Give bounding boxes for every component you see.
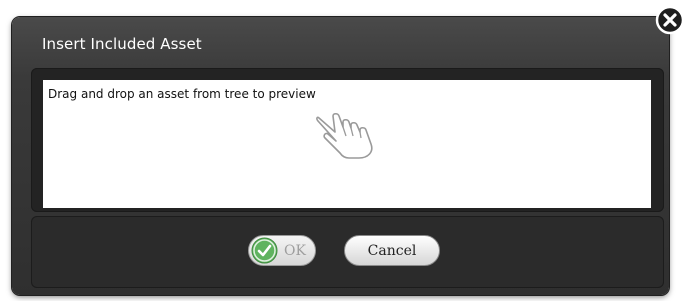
ok-button[interactable]: OK: [248, 235, 316, 266]
dialog-title: Insert Included Asset: [42, 35, 202, 53]
cancel-button[interactable]: Cancel: [344, 235, 440, 266]
cancel-button-label: Cancel: [367, 242, 417, 259]
checkmark-icon: [251, 237, 278, 264]
ok-button-label: OK: [284, 242, 306, 259]
preview-instruction: Drag and drop an asset from tree to prev…: [48, 87, 316, 101]
insert-included-asset-dialog: Insert Included Asset Drag and drop an a…: [12, 17, 669, 295]
close-icon[interactable]: [655, 5, 683, 35]
asset-preview-area[interactable]: Drag and drop an asset from tree to prev…: [43, 80, 651, 208]
preview-frame: Drag and drop an asset from tree to prev…: [31, 68, 664, 212]
dialog-footer: OK Cancel: [31, 216, 664, 288]
hand-pointer-icon: [316, 112, 373, 159]
